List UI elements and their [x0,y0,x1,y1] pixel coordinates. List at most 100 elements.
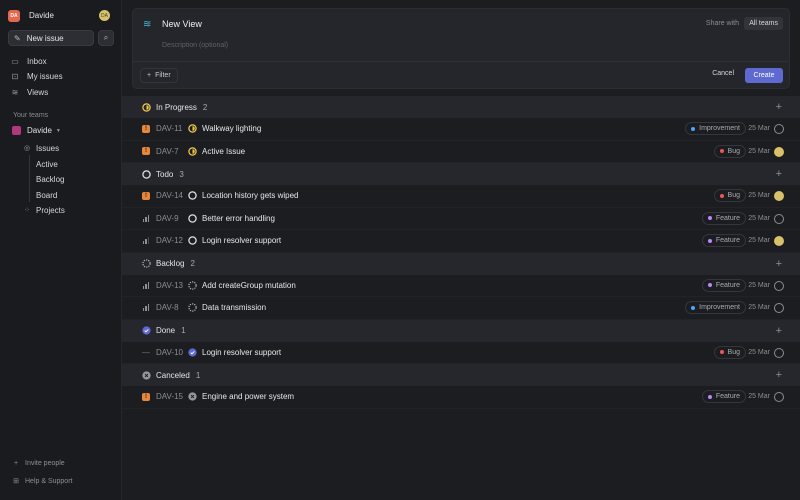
issue-label-chip[interactable]: Feature [701,234,746,247]
group-header-todo[interactable]: Todo 3 + [122,163,800,185]
priority-urgent-icon[interactable]: ! [142,392,150,401]
create-button[interactable]: Create [745,68,783,83]
issue-label-chip[interactable]: Bug [713,345,746,359]
issue-label-chip[interactable]: Feature [701,390,746,403]
layers-icon: ≋ [11,87,19,97]
priority-urgent-icon[interactable]: ! [142,191,150,200]
sidebar-item-label: Projects [36,205,65,215]
unassigned-icon[interactable] [774,392,784,402]
unassigned-icon[interactable] [774,303,784,313]
sidebar-item-projects[interactable]: ⁘ Projects [22,203,65,217]
todo-status-icon[interactable] [188,214,197,223]
view-title-input[interactable]: New View [162,19,202,29]
issue-row[interactable]: DAV-12 Login resolver support Feature 25 Ma… [122,230,800,253]
issue-date: 25 Mar [748,281,770,289]
in-progress-status-icon[interactable] [188,147,197,156]
priority-high-icon[interactable] [142,281,150,289]
label-text: Improvement [699,304,740,311]
backlog-status-icon[interactable] [188,303,197,312]
unassigned-icon[interactable] [774,124,784,134]
sidebar-item-my-issues[interactable]: ⊡ My issues [10,69,115,83]
unassigned-icon[interactable] [774,213,784,224]
issue-label-chip[interactable]: Feature [701,211,746,225]
cancel-button[interactable]: Cancel [712,70,734,77]
in-progress-status-icon[interactable] [188,124,197,133]
add-issue-icon[interactable]: + [776,101,782,113]
issue-label-chip[interactable]: Bug [713,189,746,202]
sidebar-item-views[interactable]: ≋ Views [10,85,115,99]
new-issue-button[interactable]: ✎ New issue [8,30,94,46]
sidebar-item-active[interactable]: Active [36,157,58,171]
todo-status-icon[interactable] [188,236,197,245]
invite-label: Invite people [25,459,65,467]
assignee-avatar[interactable] [774,236,784,246]
priority-high-icon[interactable] [142,304,150,312]
filter-button[interactable]: + Filter [140,68,178,83]
priority-urgent-icon[interactable]: ! [142,147,150,156]
search-button[interactable]: ⌕ [98,30,114,46]
unassigned-icon[interactable] [774,280,784,291]
add-issue-icon[interactable]: + [776,168,782,180]
issue-row[interactable]: ! DAV-7 Active Issue Bug 25 Mar [122,141,800,163]
sidebar-item-issues[interactable]: ◎ Issues [22,141,59,155]
issue-row[interactable]: ! DAV-11 Walkway lighting Improvement 25 Mar [122,118,800,141]
add-issue-icon[interactable]: + [776,258,782,270]
issue-id: DAV-11 [156,124,183,134]
sidebar-item-label: Views [27,87,49,97]
issue-row[interactable]: ! DAV-15 Engine and power system Feature 25 … [122,386,800,409]
issue-title: Walkway lighting [202,124,262,134]
group-header-backlog[interactable]: Backlog 2 + [122,252,800,275]
help-support-link[interactable]: ⊞ Help & Support [12,475,72,487]
sidebar-item-backlog[interactable]: Backlog [36,172,64,186]
unassigned-icon[interactable] [774,347,784,358]
issue-row[interactable]: — DAV-10 Login resolver support Bug 25 Mar [122,342,800,364]
priority-high-icon[interactable] [142,214,150,222]
assignee-avatar[interactable] [774,191,784,201]
backlog-status-icon [142,259,151,268]
issue-date: 25 Mar [748,393,770,400]
description-input[interactable]: Description (optional) [162,42,228,49]
assignee-avatar[interactable] [774,146,784,157]
priority-none-icon[interactable]: — [142,348,150,357]
done-status-icon[interactable] [188,348,197,357]
canceled-status-icon[interactable] [188,392,197,401]
priority-medium-icon[interactable] [142,237,150,245]
sidebar-item-inbox[interactable]: ▭ Inbox [10,54,115,68]
projects-icon: ⁘ [24,207,30,214]
plus-icon: + [13,459,19,467]
group-count: 2 [202,102,208,112]
issue-label-chip[interactable]: Feature [701,278,746,292]
user-avatar[interactable]: DA [99,10,110,21]
issue-row[interactable]: DAV-9 Better error handling Feature 25 Mar [122,208,800,230]
workspace-switcher[interactable]: DA Davide DA [8,9,113,22]
invite-people-link[interactable]: + Invite people [12,457,65,469]
add-issue-icon[interactable]: + [776,369,782,381]
team-davide[interactable]: Davide ▼ [12,126,61,135]
issue-row[interactable]: DAV-13 Add createGroup mutation Feature 25 … [122,275,800,297]
group-header-done[interactable]: Done 1 + [122,319,800,342]
issue-row[interactable]: ! DAV-14 Location history gets wiped Bug 25 … [122,185,800,208]
issue-row[interactable]: DAV-8 Data transmission Improvement 25 Mar [122,297,800,320]
group-count: 3 [179,169,184,179]
plus-icon: + [147,72,152,79]
group-name: In Progress [156,102,197,112]
label-dot [719,350,724,354]
issue-label-chip[interactable]: Bug [713,144,746,158]
issue-label-chip[interactable]: Improvement [685,122,746,135]
backlog-status-icon[interactable] [188,281,197,290]
label-text: Feature [715,281,740,289]
my-issues-icon: ⊡ [11,71,19,81]
share-with-select[interactable]: All teams [744,17,783,30]
todo-status-icon[interactable] [188,191,197,200]
issue-title: Add createGroup mutation [202,280,296,290]
group-header-in-progress[interactable]: In Progress 2 + [122,96,800,118]
in-progress-status-icon [142,102,151,112]
issue-label-chip[interactable]: Improvement [685,301,746,314]
priority-urgent-icon[interactable]: ! [142,124,150,133]
add-issue-icon[interactable]: + [776,325,782,337]
teams-section-label: Your teams [13,112,49,119]
group-header-canceled[interactable]: Canceled 1 + [122,364,800,386]
main-area: ≋ New View Share with All teams Descript… [122,0,800,500]
group-count: 1 [181,326,186,335]
sidebar-item-board[interactable]: Board [36,188,57,202]
